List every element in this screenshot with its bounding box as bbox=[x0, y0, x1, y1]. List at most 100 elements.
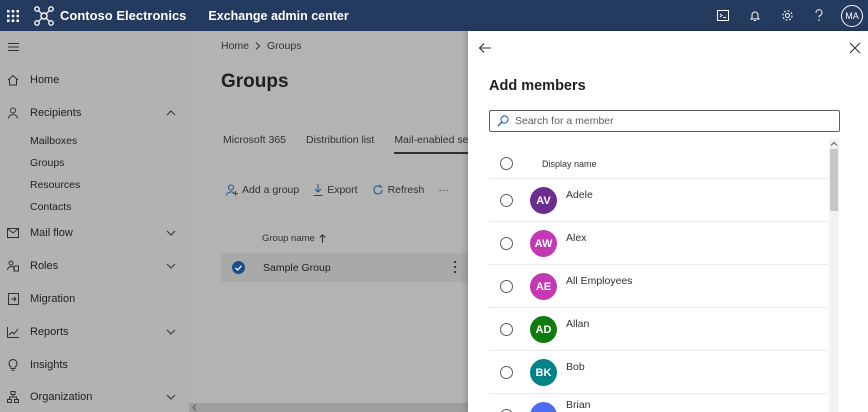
nav-item-roles[interactable]: Roles bbox=[0, 256, 189, 276]
left-nav: Home Recipients Mailboxes Groups Resourc… bbox=[0, 31, 189, 412]
chevron-up-icon[interactable] bbox=[165, 107, 177, 119]
nav-sub-mailboxes[interactable]: Mailboxes bbox=[30, 135, 77, 147]
page-title: Groups bbox=[221, 71, 289, 92]
command-bar: Add a group Export Refresh ··· bbox=[226, 184, 449, 196]
reports-icon bbox=[6, 325, 20, 339]
member-name: Brian bbox=[566, 399, 591, 411]
gear-icon[interactable] bbox=[771, 0, 803, 31]
checkmark-icon[interactable] bbox=[232, 261, 245, 274]
tab-mail-enabled-security[interactable]: Mail-enabled security bbox=[394, 134, 468, 154]
refresh-label: Refresh bbox=[387, 184, 425, 196]
download-icon bbox=[313, 184, 323, 196]
list-item[interactable]: AE All Employees bbox=[489, 265, 828, 308]
list-item[interactable]: Brian bbox=[489, 394, 828, 412]
bell-icon[interactable] bbox=[739, 0, 771, 31]
column-header-group-name[interactable]: Group name bbox=[262, 233, 326, 244]
column-header-display-name[interactable]: Display name bbox=[542, 159, 597, 169]
select-all-radio[interactable] bbox=[500, 157, 513, 170]
nav-label-recipients: Recipients bbox=[30, 107, 82, 119]
mail-icon bbox=[6, 226, 20, 240]
more-actions-button[interactable]: ··· bbox=[438, 184, 449, 196]
nav-sub-contacts[interactable]: Contacts bbox=[30, 201, 71, 213]
export-button[interactable]: Export bbox=[313, 184, 358, 196]
select-radio[interactable] bbox=[500, 366, 513, 379]
nav-sub-resources[interactable]: Resources bbox=[30, 179, 80, 191]
group-name-cell: Sample Group bbox=[263, 261, 331, 274]
add-group-label: Add a group bbox=[242, 184, 300, 196]
scroll-up-icon[interactable] bbox=[830, 140, 838, 148]
more-vertical-icon[interactable] bbox=[453, 260, 457, 274]
nav-label-home: Home bbox=[30, 74, 60, 86]
select-radio[interactable] bbox=[500, 237, 513, 250]
nav-item-home[interactable]: Home bbox=[0, 70, 189, 90]
scroll-left-icon[interactable] bbox=[191, 403, 199, 412]
member-name: Alex bbox=[566, 232, 587, 244]
breadcrumb-home[interactable]: Home bbox=[221, 40, 249, 52]
back-arrow-icon[interactable] bbox=[478, 41, 492, 55]
member-name: Bob bbox=[566, 361, 585, 373]
terminal-icon[interactable] bbox=[707, 0, 739, 31]
nav-sub-groups[interactable]: Groups bbox=[30, 157, 64, 169]
search-icon bbox=[497, 115, 509, 127]
person-icon bbox=[6, 106, 20, 120]
nav-item-migration[interactable]: Migration bbox=[0, 289, 189, 309]
member-name: Allan bbox=[566, 318, 590, 330]
brand[interactable]: Contoso Electronics bbox=[34, 5, 186, 26]
chevron-down-icon[interactable] bbox=[165, 227, 177, 239]
add-person-icon bbox=[226, 184, 238, 196]
main-content: Home Groups Groups Microsoft 365 Distrib… bbox=[189, 31, 468, 412]
avatar: AV bbox=[530, 187, 557, 214]
member-search-box[interactable] bbox=[489, 110, 840, 132]
table-row[interactable]: Sample Group bbox=[221, 253, 468, 282]
select-radio[interactable] bbox=[500, 323, 513, 336]
list-item[interactable]: AV Adele bbox=[489, 179, 828, 222]
help-icon[interactable] bbox=[803, 0, 835, 31]
list-item[interactable]: BK Bob bbox=[489, 351, 828, 394]
nav-item-insights[interactable]: Insights bbox=[0, 355, 189, 375]
tab-distribution-list[interactable]: Distribution list bbox=[306, 134, 374, 154]
nav-item-recipients[interactable]: Recipients bbox=[0, 103, 189, 123]
contoso-logo-icon bbox=[34, 5, 54, 26]
avatar: AD bbox=[530, 316, 557, 343]
column-header-label: Group name bbox=[262, 233, 315, 244]
breadcrumb-groups: Groups bbox=[267, 40, 302, 52]
migration-icon bbox=[6, 292, 20, 306]
top-bar: Contoso Electronics Exchange admin cente… bbox=[0, 0, 868, 31]
org-icon bbox=[6, 390, 20, 404]
hamburger-icon bbox=[6, 40, 20, 54]
home-icon bbox=[6, 73, 20, 87]
app-title: Exchange admin center bbox=[208, 8, 349, 23]
add-group-button[interactable]: Add a group bbox=[226, 184, 299, 196]
nav-item-organization[interactable]: Organization bbox=[0, 387, 189, 407]
nav-item-mail-flow[interactable]: Mail flow bbox=[0, 223, 189, 243]
select-radio[interactable] bbox=[500, 280, 513, 293]
breadcrumb: Home Groups bbox=[221, 40, 301, 52]
chevron-down-icon[interactable] bbox=[165, 326, 177, 338]
nav-item-reports[interactable]: Reports bbox=[0, 322, 189, 342]
list-item[interactable]: AD Allan bbox=[489, 308, 828, 351]
tab-microsoft-365[interactable]: Microsoft 365 bbox=[223, 134, 286, 154]
nav-label-mail-flow: Mail flow bbox=[30, 227, 73, 239]
member-name: Adele bbox=[566, 189, 593, 201]
nav-label-migration: Migration bbox=[30, 293, 76, 305]
chevron-down-icon[interactable] bbox=[165, 260, 177, 272]
sort-ascending-icon bbox=[319, 234, 326, 243]
add-members-panel: Add members Display name AV Adele AW Ale… bbox=[468, 31, 868, 412]
search-input[interactable] bbox=[515, 115, 815, 127]
refresh-button[interactable]: Refresh bbox=[372, 184, 425, 196]
avatar: BK bbox=[530, 359, 557, 386]
horizontal-scrollbar[interactable] bbox=[189, 403, 468, 412]
chevron-down-icon[interactable] bbox=[165, 391, 177, 403]
vertical-scrollbar[interactable] bbox=[828, 139, 839, 412]
user-avatar[interactable]: MA bbox=[841, 4, 863, 27]
nav-label-organization: Organization bbox=[30, 391, 93, 403]
list-item[interactable]: AW Alex bbox=[489, 222, 828, 265]
waffle-icon[interactable] bbox=[0, 0, 26, 31]
list-header: Display name bbox=[489, 149, 828, 179]
member-name: All Employees bbox=[566, 275, 633, 287]
export-label: Export bbox=[327, 184, 358, 196]
close-icon[interactable] bbox=[849, 42, 861, 54]
select-radio[interactable] bbox=[500, 194, 513, 207]
nav-collapse-button[interactable] bbox=[0, 37, 189, 57]
scroll-thumb[interactable] bbox=[830, 149, 838, 211]
